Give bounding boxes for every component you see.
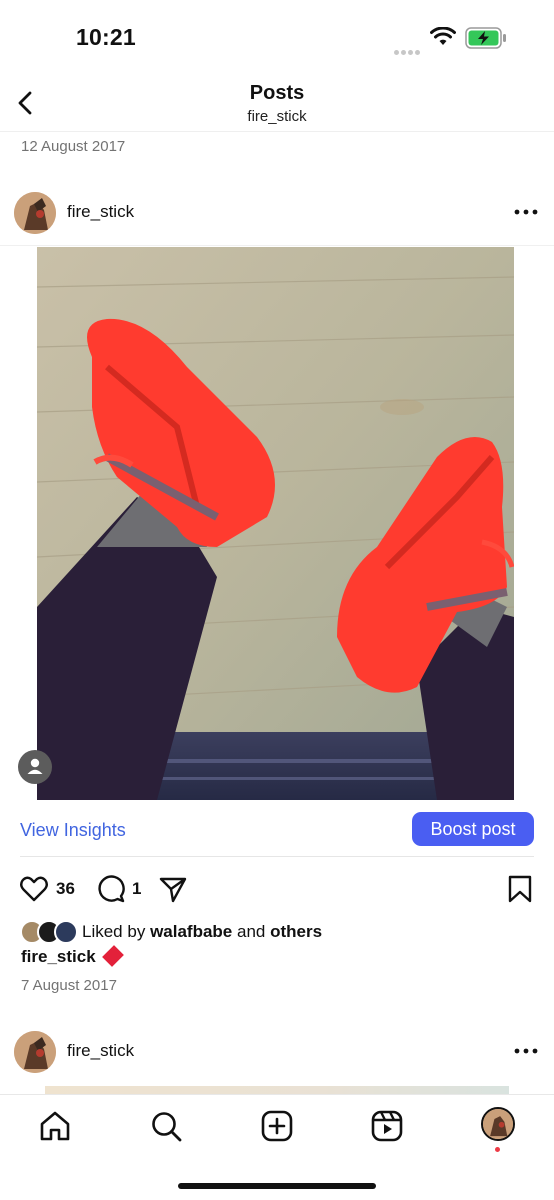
post-actions: 36 1 <box>0 870 554 910</box>
status-bar: 10:21 <box>0 0 554 74</box>
liked-by-others[interactable]: others <box>270 922 322 941</box>
red-diamond-emoji <box>101 945 124 967</box>
save-bookmark-icon[interactable] <box>507 874 533 904</box>
caption: fire_stick <box>21 945 124 967</box>
comment-count[interactable]: 1 <box>132 879 141 899</box>
post-date: 7 August 2017 <box>21 977 117 994</box>
next-post-username[interactable]: fire_stick <box>67 1041 134 1061</box>
comment-icon[interactable] <box>96 874 126 904</box>
status-time: 10:21 <box>76 24 136 50</box>
liked-by-prefix: Liked by <box>82 922 146 941</box>
more-options-icon[interactable] <box>514 202 538 222</box>
post-image[interactable] <box>37 247 514 800</box>
divider <box>0 245 554 246</box>
liked-by-and: and <box>237 922 266 941</box>
profile-avatar[interactable] <box>481 1107 515 1141</box>
tagged-users-button[interactable] <box>18 750 52 784</box>
post-username[interactable]: fire_stick <box>67 202 134 222</box>
view-insights-link[interactable]: View Insights <box>20 820 126 841</box>
home-indicator <box>178 1183 376 1189</box>
avatar[interactable] <box>14 1031 56 1073</box>
liked-by-text: Liked by walafbabe and others <box>82 922 322 942</box>
like-heart-icon[interactable] <box>19 874 49 904</box>
battery-icon <box>465 27 506 49</box>
liked-by-row[interactable]: Liked by walafbabe and others <box>20 920 540 946</box>
boost-post-button[interactable]: Boost post <box>412 812 534 846</box>
post-header: fire_stick <box>0 182 554 244</box>
nav-header: Posts fire_stick <box>0 74 554 132</box>
avatar <box>54 920 78 944</box>
search-icon[interactable] <box>149 1109 183 1143</box>
like-count[interactable]: 36 <box>56 879 75 899</box>
create-icon[interactable] <box>260 1109 294 1143</box>
cellular-signal-icon <box>394 42 424 55</box>
page-title: Posts <box>249 82 305 104</box>
home-icon[interactable] <box>38 1109 72 1143</box>
divider <box>20 856 534 857</box>
avatar[interactable] <box>14 192 56 234</box>
previous-post-date: 12 August 2017 <box>21 138 126 155</box>
next-post-image[interactable] <box>45 1086 509 1094</box>
liked-by-user[interactable]: walafbabe <box>150 922 232 941</box>
more-options-icon[interactable] <box>514 1041 538 1061</box>
next-post-header: fire_stick <box>0 1021 554 1083</box>
insights-row: View Insights Boost post <box>0 812 554 858</box>
user-icon <box>27 758 43 774</box>
caption-username[interactable]: fire_stick <box>21 947 96 966</box>
reels-icon[interactable] <box>370 1109 404 1143</box>
notification-dot <box>495 1147 500 1152</box>
liker-avatars <box>20 920 80 944</box>
page-subtitle: fire_stick <box>247 108 307 125</box>
share-send-icon[interactable] <box>158 874 188 904</box>
wifi-icon <box>430 27 456 45</box>
